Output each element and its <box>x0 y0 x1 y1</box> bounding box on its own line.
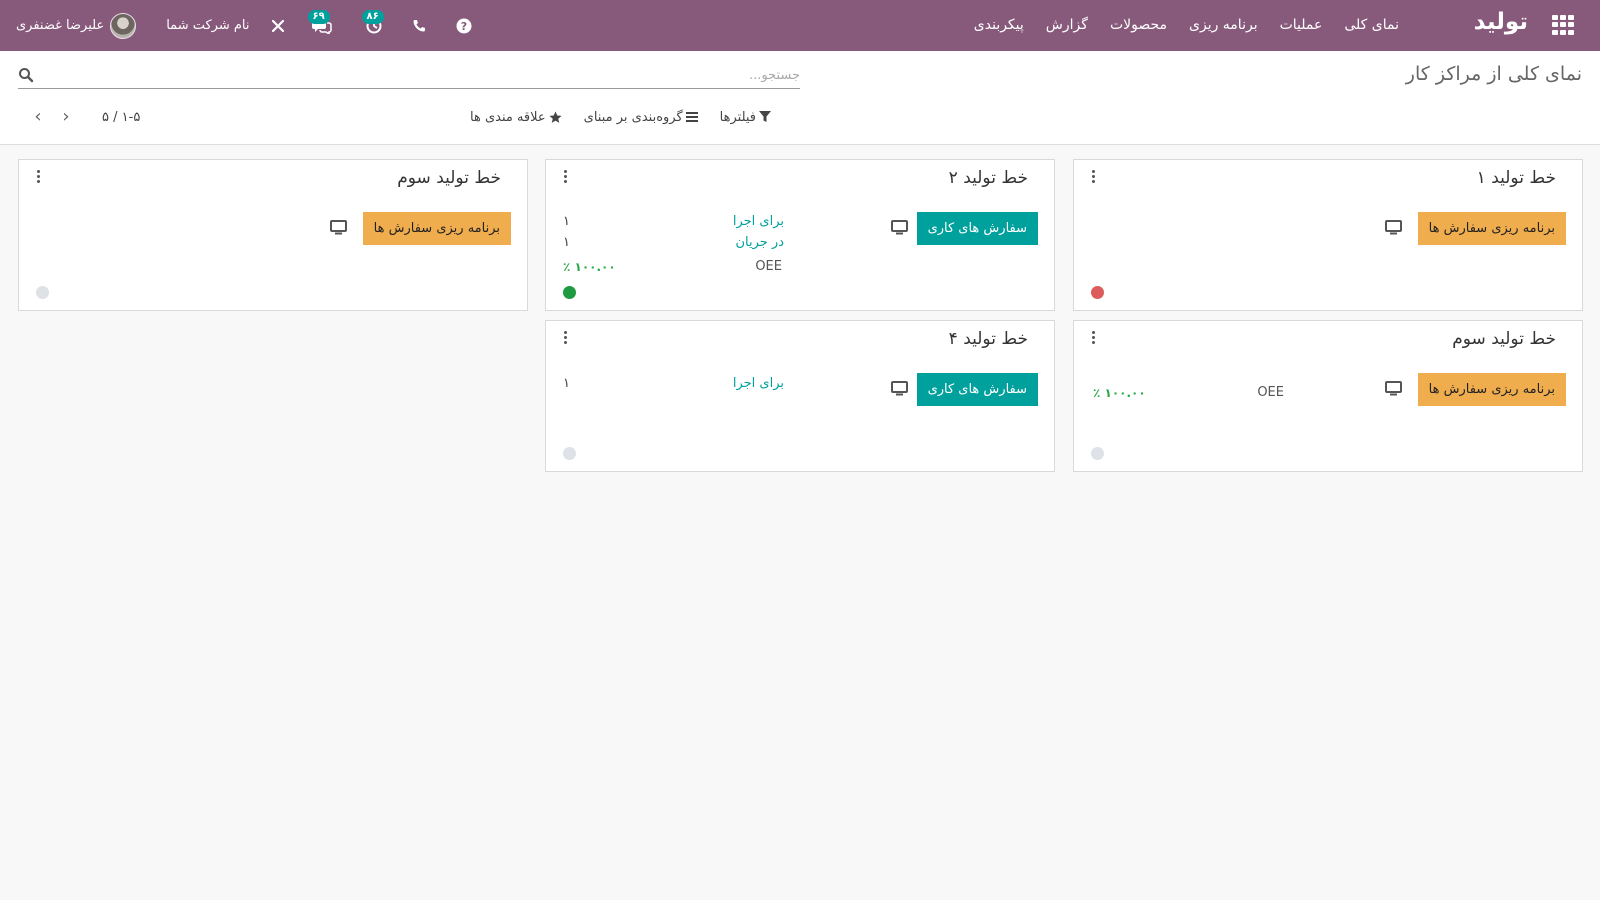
apps-menu-icon[interactable] <box>1552 15 1574 35</box>
monitor-icon[interactable] <box>891 381 908 396</box>
breadcrumb: نمای کلی از مراکز کار <box>1405 63 1582 85</box>
oee-label: OEE <box>1257 385 1284 400</box>
favorites-button[interactable]: علاقه مندی ها <box>470 110 562 125</box>
debug-tools-icon[interactable] <box>270 18 286 34</box>
star-icon <box>549 111 562 123</box>
menu-planning[interactable]: برنامه ریزی <box>1178 0 1269 51</box>
search-bar <box>18 63 800 89</box>
pager-value[interactable]: ۱-۵ / ۵ <box>102 110 140 125</box>
svg-text:?: ? <box>460 20 466 33</box>
main-menu: نمای کلی عملیات برنامه ریزی محصولات گزار… <box>963 0 1410 51</box>
main-navbar: تولید نمای کلی عملیات برنامه ریزی محصولا… <box>0 0 1600 51</box>
status-dot[interactable] <box>1091 286 1104 299</box>
status-dot[interactable] <box>563 447 576 460</box>
ready-link[interactable]: برای اجرا <box>733 214 784 229</box>
ready-count: ۱ <box>563 376 570 391</box>
monitor-icon[interactable] <box>1385 381 1402 396</box>
menu-reporting[interactable]: گزارش <box>1035 0 1099 51</box>
workcenter-card[interactable]: خط تولید ۲ سفارش های کاری برای اجرا ۱ در… <box>545 159 1055 311</box>
filters-button[interactable]: فیلترها <box>719 109 772 125</box>
card-title[interactable]: خط تولید ۲ <box>949 168 1028 188</box>
search-options: فیلترها گروه‌بندی بر مبنای علاقه مندی ها <box>470 105 772 129</box>
phone-icon[interactable] <box>412 19 426 33</box>
card-menu-icon[interactable] <box>560 331 570 349</box>
status-dot[interactable] <box>1091 447 1104 460</box>
in-progress-count: ۱ <box>563 235 570 250</box>
work-orders-button[interactable]: سفارش های کاری <box>916 212 1038 245</box>
work-orders-button[interactable]: سفارش های کاری <box>916 373 1038 406</box>
workcenter-card[interactable]: خط تولید ۱ برنامه ریزی سفارش ها <box>1073 159 1583 311</box>
oee-label: OEE <box>755 259 782 274</box>
search-icon[interactable] <box>18 67 34 83</box>
search-input[interactable] <box>18 63 800 87</box>
in-progress-link[interactable]: در جریان <box>735 235 784 250</box>
menu-products[interactable]: محصولات <box>1099 0 1178 51</box>
card-title[interactable]: خط تولید ۴ <box>949 329 1028 349</box>
card-title[interactable]: خط تولید سوم <box>1452 329 1556 349</box>
monitor-icon[interactable] <box>1385 220 1402 235</box>
workcenter-card[interactable]: خط تولید سوم برنامه ریزی سفارش ها OEE ۱۰… <box>1073 320 1583 472</box>
activities-badge: ۸۶ <box>361 9 384 24</box>
ready-count: ۱ <box>563 214 570 229</box>
user-name: علیرضا غضنفری <box>16 18 105 33</box>
card-menu-icon[interactable] <box>33 170 43 188</box>
card-menu-icon[interactable] <box>560 170 570 188</box>
plan-orders-button[interactable]: برنامه ریزی سفارش ها <box>362 212 511 245</box>
systray: علیرضا غضنفری نام شرکت شما ۶۹ ۸۶ ? <box>16 0 472 51</box>
app-title[interactable]: تولید <box>1474 9 1528 35</box>
pager-next-icon[interactable]: › <box>52 105 80 129</box>
ready-link[interactable]: برای اجرا <box>733 376 784 391</box>
pager-previous-icon[interactable]: ‹ <box>24 105 52 129</box>
monitor-icon[interactable] <box>330 220 347 235</box>
list-icon <box>685 112 698 122</box>
messages-badge: ۶۹ <box>307 9 330 24</box>
groupby-button[interactable]: گروه‌بندی بر مبنای <box>584 110 698 125</box>
status-dot[interactable] <box>563 286 576 299</box>
plan-orders-button[interactable]: برنامه ریزی سفارش ها <box>1417 373 1566 406</box>
card-menu-icon[interactable] <box>1088 331 1098 349</box>
card-menu-icon[interactable] <box>1088 170 1098 188</box>
menu-operations[interactable]: عملیات <box>1269 0 1334 51</box>
card-title[interactable]: خط تولید ۱ <box>1477 168 1556 188</box>
help-icon[interactable]: ? <box>456 18 472 34</box>
messaging-icon[interactable]: ۶۹ <box>307 9 332 34</box>
filters-label: فیلترها <box>719 109 757 125</box>
plan-orders-button[interactable]: برنامه ریزی سفارش ها <box>1417 212 1566 245</box>
favorites-label: علاقه مندی ها <box>470 109 546 125</box>
control-panel: نمای کلی از مراکز کار فیلترها گروه‌بندی … <box>0 51 1600 145</box>
oee-value: ۱۰۰.۰۰ ٪ <box>563 260 616 274</box>
menu-configuration[interactable]: پیکربندی <box>963 0 1035 51</box>
groupby-label: گروه‌بندی بر مبنای <box>583 109 683 125</box>
status-dot[interactable] <box>36 286 49 299</box>
workcenter-card[interactable]: خط تولید سوم برنامه ریزی سفارش ها <box>18 159 528 311</box>
user-menu[interactable]: علیرضا غضنفری <box>16 12 137 39</box>
oee-value: ۱۰۰.۰۰ ٪ <box>1093 386 1146 400</box>
menu-overview[interactable]: نمای کلی <box>1333 0 1410 51</box>
avatar <box>110 12 137 39</box>
monitor-icon[interactable] <box>891 220 908 235</box>
company-switcher[interactable]: نام شرکت شما <box>166 18 249 33</box>
activity-clock-icon[interactable]: ۸۶ <box>361 9 384 34</box>
workcenter-card[interactable]: خط تولید ۴ سفارش های کاری برای اجرا ۱ <box>545 320 1055 472</box>
filter-icon <box>759 111 772 122</box>
card-title[interactable]: خط تولید سوم <box>397 168 501 188</box>
pager: ‹ › ۱-۵ / ۵ <box>24 105 140 129</box>
